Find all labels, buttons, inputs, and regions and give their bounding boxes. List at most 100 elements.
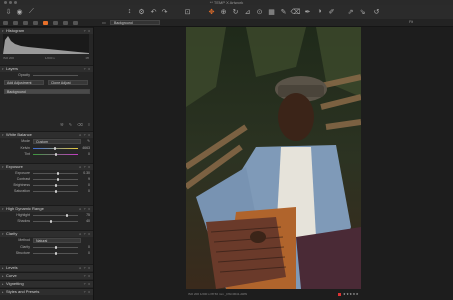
apply-adjustments-icon[interactable]: ⇘ (358, 7, 367, 16)
tab-capture[interactable] (13, 20, 18, 25)
slider-knob[interactable] (56, 172, 59, 175)
clarity-method-select[interactable]: Natural (33, 238, 81, 243)
slider-value: 0 (88, 251, 90, 255)
histogram-graph (3, 34, 89, 54)
tab-composition[interactable] (33, 20, 38, 25)
section-tools-icon[interactable]: ? ≡ (84, 281, 91, 287)
slider-knob[interactable] (54, 184, 57, 187)
slider-track[interactable] (33, 173, 78, 174)
slider-label: Exposure (15, 171, 30, 175)
tab-library[interactable] (3, 20, 8, 25)
clarity-header[interactable]: ▾ Clarity A ? ≡ (0, 230, 93, 237)
section-tools-icon[interactable]: A ? ≡ (79, 132, 91, 138)
vignetting-header[interactable]: ▸ Vignetting? ≡ (0, 280, 93, 287)
rotate-tool-icon[interactable]: ↻ (231, 7, 240, 16)
section-tools-icon[interactable]: ? ≡ (84, 289, 91, 295)
slider-value: 40 (86, 219, 90, 223)
exposure-row-exposure: Exposure 0.30 (0, 171, 93, 176)
zoom-icon[interactable]: ⊕ (219, 7, 228, 16)
move-icon[interactable]: ↕ (125, 7, 134, 16)
slider-label: Saturation (14, 189, 30, 193)
wb-picker-icon[interactable]: ✎ (87, 139, 90, 144)
wb-mode-select[interactable]: Custom (33, 139, 81, 144)
histogram-header[interactable]: ▾ Histogram? ≡ (0, 27, 93, 34)
tab-adjustments[interactable] (73, 20, 78, 25)
clone-adjust-button[interactable]: Clone Adjust (48, 80, 88, 85)
clarity-method-row: Method Natural (0, 238, 93, 243)
kelvin-knob[interactable] (54, 147, 56, 150)
expand-arrow-icon: ▸ (2, 290, 4, 294)
section-tools-icon[interactable]: A ? ≡ (79, 206, 91, 212)
levels-header[interactable]: ▸ Levels A ? ≡ (0, 264, 93, 271)
slider-track[interactable] (33, 215, 78, 216)
variant-select[interactable]: Background (110, 20, 160, 25)
crop-icon[interactable]: ⊡ (183, 7, 192, 16)
exposure-header[interactable]: ▾ Exposure A ? ≡ (0, 163, 93, 170)
capture-icon[interactable]: ◉ (15, 7, 24, 16)
copy-adjustments-icon[interactable]: ⇗ (346, 7, 355, 16)
slider-value: 0 (88, 189, 90, 193)
expand-arrow-icon: ▸ (2, 266, 4, 270)
wb-tint-row: Tint 0 (24, 152, 90, 156)
tint-knob[interactable] (55, 153, 57, 156)
hdr-row-shadow: Shadow 40 (0, 219, 93, 224)
viewer-mode-icon[interactable]: ▭ (102, 20, 107, 25)
curve-header[interactable]: ▸ Curve? ≡ (0, 272, 93, 279)
reset-icon[interactable]: ↺ (372, 7, 381, 16)
exposure-row-saturation: Saturation 0 (0, 189, 93, 194)
slider-knob[interactable] (65, 214, 68, 217)
wb-mode-row: Mode Custom ✎ (21, 139, 90, 144)
gradient-icon[interactable]: ◑ (315, 7, 324, 16)
white-balance-header[interactable]: ▾ White Balance A ? ≡ (0, 131, 93, 138)
slider-value: 0 (88, 183, 90, 187)
collapse-arrow-icon: ▾ (2, 165, 4, 169)
browser-icon[interactable]: ⟋ (27, 7, 36, 16)
background-layer[interactable]: Background (4, 89, 90, 94)
clarity-row-clarity: Clarity 0 (0, 245, 93, 250)
photo-preview[interactable] (186, 27, 361, 289)
slider-label: Structure (15, 251, 30, 255)
layer-opacity-row: Opacity (0, 73, 93, 78)
keystone-icon[interactable]: ⊿ (243, 7, 252, 16)
tab-details[interactable] (63, 20, 68, 25)
section-tools-icon[interactable]: ? ≡ (84, 273, 91, 279)
slider-track[interactable] (33, 221, 78, 222)
erase-icon[interactable]: ⌫ (291, 7, 301, 16)
zoom-fit-label[interactable]: Fit (409, 20, 413, 25)
add-adjustment-button[interactable]: Add Adjustment (4, 80, 44, 85)
tab-color[interactable] (53, 20, 58, 25)
section-tools-icon[interactable]: A ? ≡ (79, 164, 91, 170)
slider-label: Highlight (16, 213, 30, 217)
import-icon[interactable]: ⇩ (4, 7, 13, 16)
styles-presets-header[interactable]: ▸ Styles and Presets? ≡ (0, 288, 93, 295)
slider-knob[interactable] (54, 246, 57, 249)
slider-track[interactable] (33, 179, 78, 180)
hdr-header[interactable]: ▾ High Dynamic Range A ? ≡ (0, 205, 93, 212)
tab-lens[interactable] (23, 20, 28, 25)
mask-icon[interactable]: ▦ (267, 7, 276, 16)
annotate-icon[interactable]: ✐ (327, 7, 336, 16)
section-tools-icon[interactable]: ? ≡ (84, 66, 91, 72)
color-tag-icon[interactable] (338, 292, 342, 296)
pan-icon[interactable]: ✥ (207, 7, 216, 16)
layer-tools-icon[interactable]: ⚒ ✎ ⌫ ≡ (60, 122, 92, 127)
slider-label: Shadow (17, 219, 30, 223)
opacity-slider[interactable] (33, 75, 78, 76)
section-tools-icon[interactable]: A ? ≡ (79, 265, 91, 271)
section-tools-icon[interactable]: A ? ≡ (79, 231, 91, 237)
rotate-left-icon[interactable]: ↶ (149, 7, 158, 16)
picker-icon[interactable]: ✎ (279, 7, 288, 16)
slider-knob[interactable] (54, 190, 57, 193)
tab-exposure[interactable] (43, 20, 48, 25)
rating-stars[interactable]: ★★★★★ (338, 291, 359, 297)
spot-icon[interactable]: ⊙ (255, 7, 264, 16)
pen-icon[interactable]: ✒ (303, 7, 312, 16)
layers-header[interactable]: ▾ Layers? ≡ (0, 65, 93, 72)
slider-knob[interactable] (54, 252, 57, 255)
collapse-arrow-icon: ▾ (2, 232, 4, 236)
slider-knob[interactable] (57, 178, 60, 181)
sync-icon[interactable]: ⚙ (137, 7, 146, 16)
rotate-right-icon[interactable]: ↷ (160, 7, 169, 16)
slider-knob[interactable] (50, 220, 52, 223)
expand-arrow-icon: ▸ (2, 282, 4, 286)
